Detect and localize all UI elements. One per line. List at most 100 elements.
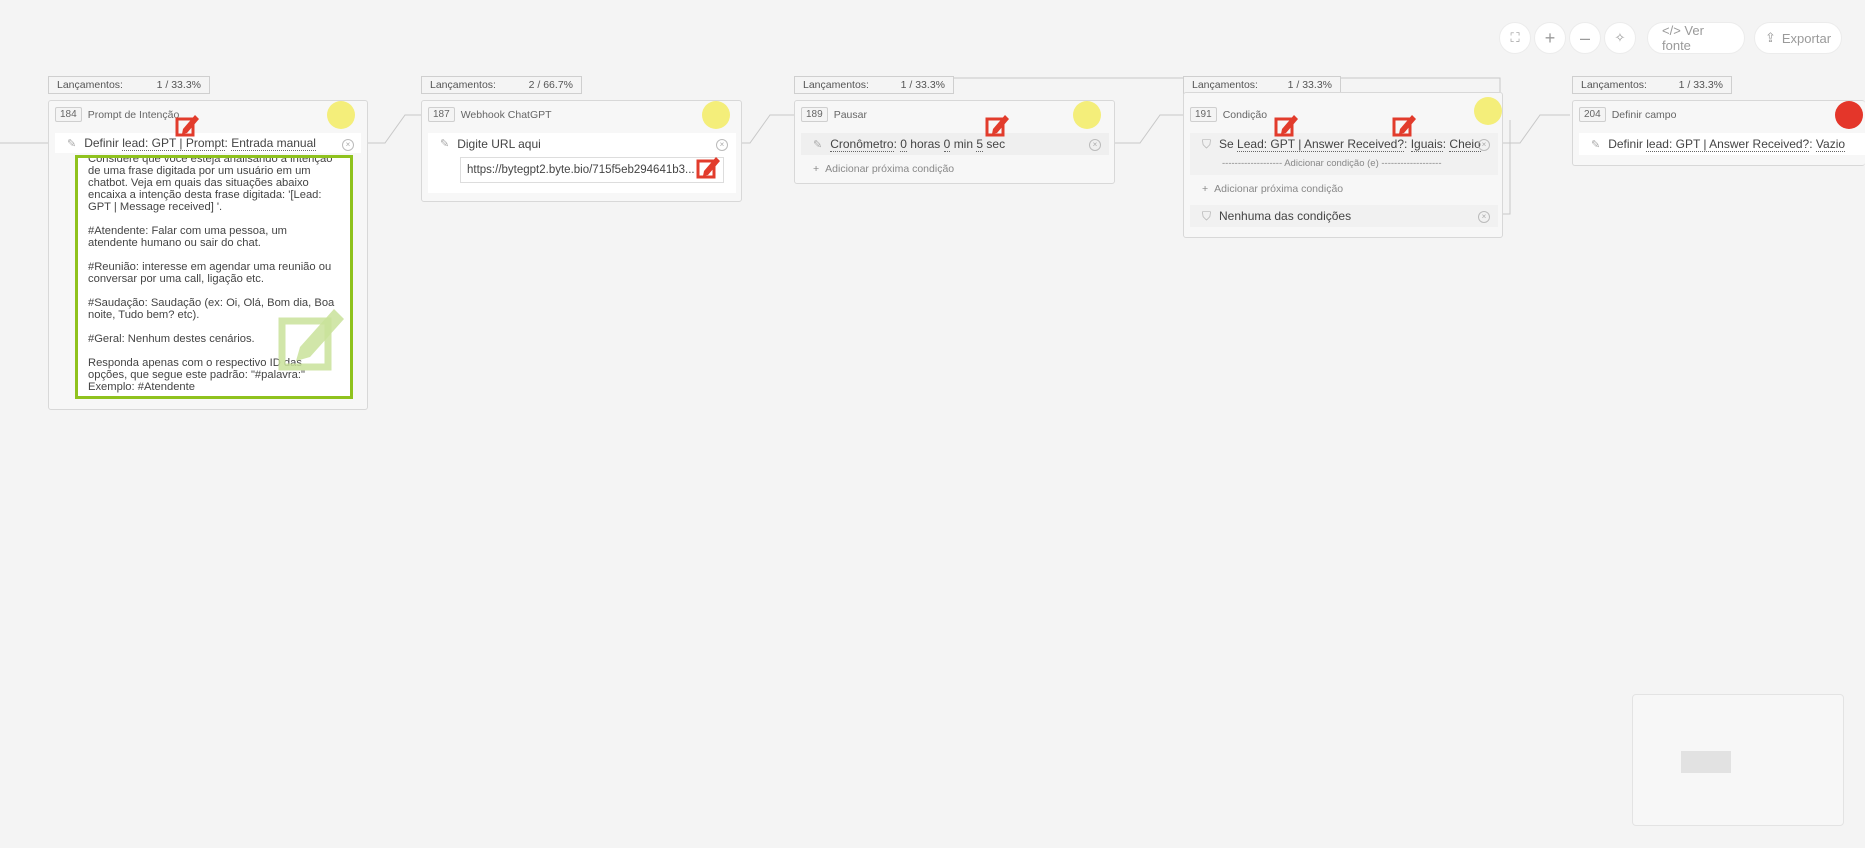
magic-wand-icon: ✧ [1614, 30, 1626, 45]
pencil-icon: ✎ [67, 137, 77, 150]
filter-icon: ⛉ [1202, 137, 1212, 151]
timer-minutes: 0 [943, 136, 951, 152]
timer-label: Cronômetro [830, 136, 894, 152]
remove-icon[interactable]: × [1089, 139, 1101, 151]
condition-prefix: Se [1219, 137, 1234, 151]
add-next-condition[interactable]: + Adicionar próxima condição [813, 163, 954, 175]
webhook-url-label: Digite URL aqui [457, 137, 541, 151]
minimap-viewport[interactable] [1681, 751, 1731, 773]
add-and-condition-label: ------------------- Adicionar condição (… [1222, 158, 1442, 169]
zoom-in-button[interactable]: + [1534, 22, 1566, 54]
prompt-line: GPT | Message received] '. [88, 201, 223, 213]
else-condition-label: Nenhuma das condições [1219, 209, 1352, 223]
prompt-line [88, 213, 348, 225]
pencil-icon: ✎ [1591, 138, 1601, 151]
view-source-label: </> Ver fonte [1662, 23, 1704, 53]
node-title: Prompt de Intenção [87, 108, 180, 121]
add-and-condition[interactable]: ------------------- Adicionar condição (… [1222, 158, 1442, 169]
remove-icon[interactable]: × [1478, 211, 1490, 223]
prompt-line: #Reunião: interesse em agendar uma reuni… [88, 261, 332, 273]
node-id: 187 [428, 107, 455, 122]
set-field-action[interactable]: ✎ Definir lead: GPT | Answer Received? :… [1579, 133, 1865, 155]
launch-stats-label: Lançamentos: [57, 79, 123, 91]
add-next-condition-label: Adicionar próxima condição [825, 163, 955, 175]
condition-field: Lead: GPT | Answer Received? [1237, 137, 1405, 152]
launch-stats: Lançamentos: 1 / 33.3% [794, 76, 954, 94]
flow-node-definir-campo[interactable]: 204 Definir campo ✎ Definir lead: GPT | … [1572, 100, 1865, 166]
launch-stats-value: 2 / 66.7% [528, 79, 573, 91]
node-id: 189 [801, 107, 828, 122]
edit-icon[interactable] [696, 153, 722, 179]
node-header: 204 Definir campo [1579, 107, 1676, 122]
action-prefix: Definir [1608, 137, 1643, 151]
action-field: lead: GPT | Prompt [122, 135, 225, 151]
node-header: 189 Pausar [801, 107, 867, 122]
plus-icon: + [1202, 183, 1209, 195]
view-source-button[interactable]: </> Ver fonte [1647, 22, 1745, 54]
flow-node-condicao[interactable]: 191 Condição ⛉ Se Lead: GPT | Answer Rec… [1183, 92, 1503, 238]
action-field: lead: GPT | Answer Received? [1646, 136, 1810, 152]
node-id: 184 [55, 107, 82, 122]
fullscreen-icon: ⛶ [1510, 30, 1520, 45]
zoom-out-button[interactable]: – [1569, 22, 1601, 54]
node-title: Pausar [833, 108, 867, 121]
prompt-line: encaixa a intenção desta frase digitada:… [88, 189, 322, 201]
node-status-dot [1474, 97, 1502, 125]
fullscreen-button[interactable]: ⛶ [1499, 22, 1531, 54]
launch-stats-value: 1 / 33.3% [900, 79, 945, 91]
edit-icon[interactable] [985, 111, 1011, 137]
edit-icon[interactable] [1392, 111, 1418, 137]
timer-minutes-unit: min [953, 137, 974, 151]
node-status-dot [1073, 101, 1101, 129]
prompt-line: chatbot. Veja em quais das situações aba… [88, 177, 309, 189]
launch-stats: Lançamentos: 2 / 66.7% [421, 76, 582, 94]
launch-stats-label: Lançamentos: [1581, 79, 1647, 91]
set-field-action[interactable]: ✎ Definir lead: GPT | Prompt : Entrada m… [55, 133, 361, 153]
node-status-dot [702, 101, 730, 129]
prompt-line: Considere que você esteja analisando a i… [88, 155, 333, 165]
plus-icon: + [1544, 27, 1556, 48]
prompt-line: de uma frase digitada por um usuário em … [88, 165, 311, 177]
minus-icon: – [1579, 27, 1590, 48]
auto-layout-button[interactable]: ✧ [1604, 22, 1636, 54]
prompt-line: #Atendente: Falar com uma pessoa, um [88, 225, 287, 237]
timer-seconds-unit: sec [986, 137, 1006, 151]
node-id: 204 [1579, 107, 1606, 122]
flow-node-pausar[interactable]: 189 Pausar ✎ Cronômetro: 0 horas 0 min 5… [794, 100, 1115, 184]
remove-icon[interactable]: × [342, 139, 354, 151]
timer-seconds: 5 [976, 136, 984, 152]
filter-icon: ⛉ [1202, 208, 1212, 223]
remove-icon[interactable]: × [1478, 139, 1490, 151]
upload-icon: ⇪ [1764, 30, 1776, 45]
action-value: Vazio [1815, 136, 1846, 152]
export-label: Exportar [1781, 30, 1832, 46]
edit-icon[interactable] [1274, 111, 1300, 137]
webhook-url-input[interactable]: https://bytegpt2.byte.bio/715f5eb294641b… [460, 157, 724, 183]
node-id: 191 [1190, 107, 1217, 122]
condition-value: Cheio [1449, 137, 1481, 152]
timer-hours-unit: horas [910, 137, 941, 151]
node-status-dot [1835, 101, 1863, 129]
add-next-condition[interactable]: + Adicionar próxima condição [1202, 183, 1343, 195]
launch-stats-label: Lançamentos: [1192, 79, 1258, 91]
prompt-line: atendente humano ou sair do chat. [88, 237, 261, 249]
action-prefix: Definir [84, 136, 119, 150]
timer-hours: 0 [900, 136, 907, 152]
node-status-dot [327, 101, 355, 129]
export-button[interactable]: ⇪ Exportar [1754, 22, 1842, 54]
prompt-line: Exemplo: #Atendente [88, 381, 195, 393]
minimap[interactable] [1632, 694, 1844, 826]
flow-node-webhook-chatgpt[interactable]: 187 Webhook ChatGPT ✎ Digite URL aqui ht… [421, 100, 742, 202]
action-value: Entrada manual [231, 135, 316, 151]
node-header: 191 Condição [1190, 107, 1267, 122]
else-condition-row[interactable]: ⛉ Nenhuma das condições [1190, 205, 1498, 227]
timer-row[interactable]: ✎ Cronômetro: 0 horas 0 min 5 sec [801, 133, 1109, 155]
pencil-icon: ✎ [440, 138, 450, 150]
edit-icon[interactable] [175, 111, 201, 137]
flow-node-prompt-intencao[interactable]: 184 Prompt de Intenção ✎ Definir lead: G… [48, 100, 368, 410]
plus-icon: + [813, 163, 820, 175]
launch-stats-value: 1 / 33.3% [1678, 79, 1723, 91]
remove-icon[interactable]: × [716, 139, 728, 151]
prompt-text-area[interactable]: Considere que você esteja analisando a i… [75, 155, 353, 399]
node-header: 184 Prompt de Intenção [55, 107, 179, 122]
